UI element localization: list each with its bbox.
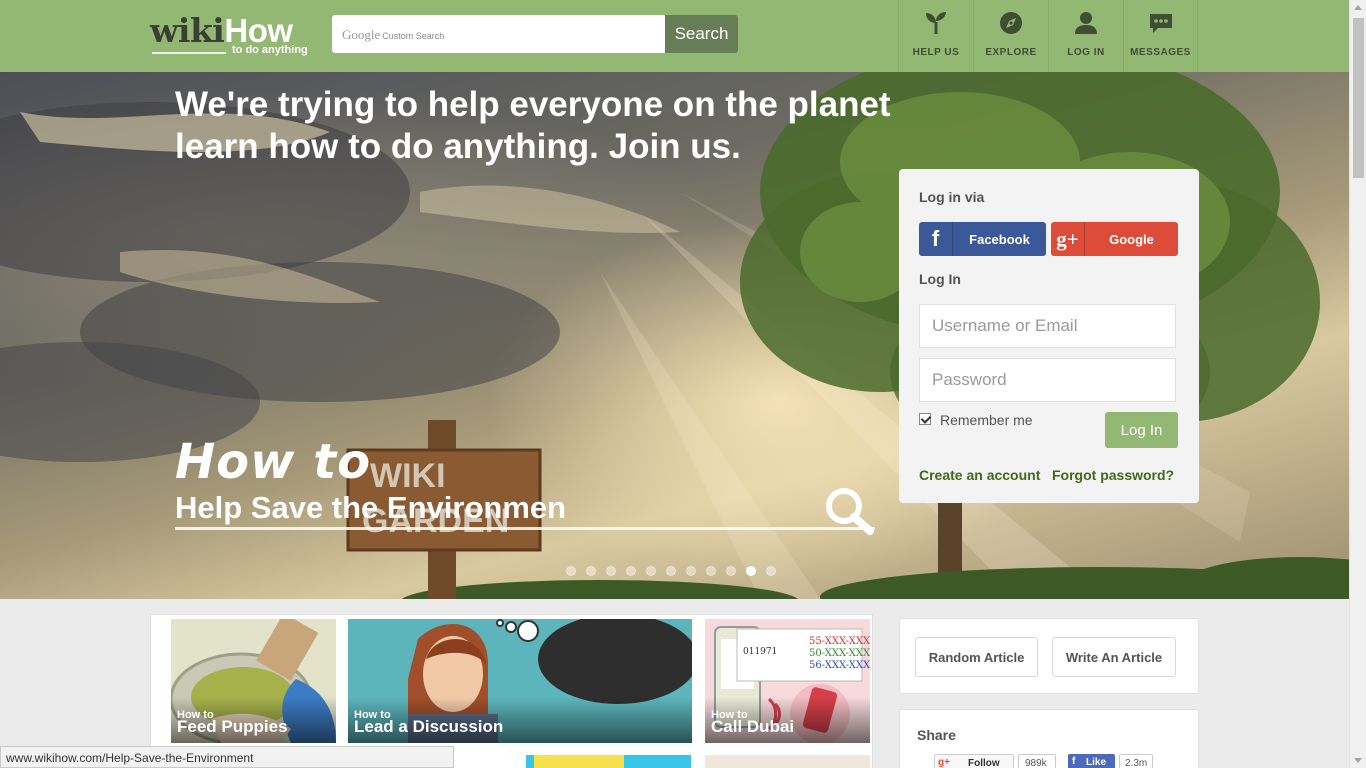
facebook-like-count: 2.3m (1119, 754, 1153, 768)
search-button[interactable]: Search (665, 15, 738, 53)
google-label: Google (1109, 232, 1154, 247)
phone-prefix-text: 011971 (743, 647, 777, 657)
username-field-box (919, 304, 1176, 348)
vertical-scrollbar[interactable] (1349, 0, 1366, 768)
facebook-icon: f (919, 222, 953, 256)
thumb-shape (534, 755, 624, 768)
remember-me-checkbox[interactable] (919, 413, 931, 425)
facebook-login-button[interactable]: f Facebook (919, 222, 1046, 256)
logo-tagline: to do anything (232, 44, 308, 56)
action-box: Random Article Write An Article (899, 618, 1199, 694)
howto-title[interactable]: Help Save the Environmen (175, 490, 566, 526)
facebook-icon: f (1072, 756, 1076, 767)
gplus-follow-label: Follow (968, 758, 1000, 768)
article-thumb-feed-puppies[interactable]: How to Feed Puppies (171, 619, 336, 743)
nav-explore-label: EXPLORE (985, 47, 1037, 58)
top-header: wikiHow to do anything Google Custom Sear… (0, 0, 1349, 72)
login-button[interactable]: Log In (1105, 412, 1178, 448)
google-plus-icon: g+ (1051, 222, 1085, 256)
google-plus-icon: g+ (938, 757, 950, 768)
nav-help-us-label: HELP US (912, 47, 960, 58)
wikihow-logo[interactable]: wikiHow to do anything (150, 14, 308, 56)
browser-status-bar: www.wikihow.com/Help-Save-the-Environmen… (0, 746, 454, 768)
username-input[interactable] (920, 305, 1175, 347)
article-thumb-next[interactable] (705, 755, 870, 768)
forgot-password-link[interactable]: Forgot password? (1052, 467, 1174, 483)
scroll-down-arrow-icon[interactable] (1354, 758, 1362, 763)
facebook-label: Facebook (969, 232, 1030, 247)
howto-prefix: How to (175, 434, 372, 490)
share-box: Share g+ Follow 989k f Like 2.3m (899, 709, 1199, 768)
compass-icon (1000, 12, 1022, 34)
search-input[interactable] (332, 15, 665, 53)
article-title: Call Dubai (711, 717, 795, 736)
slide-dot[interactable] (626, 566, 636, 576)
create-account-link[interactable]: Create an account (919, 467, 1040, 483)
logo-underline (152, 52, 226, 54)
remember-me[interactable]: Remember me (919, 412, 1033, 428)
article-thumb-next[interactable] (526, 755, 691, 768)
logo-wiki: wiki (150, 11, 225, 50)
chat-bubble-icon (1149, 14, 1172, 33)
gplus-follow-button[interactable]: g+ Follow (934, 754, 1014, 768)
random-article-button[interactable]: Random Article (915, 637, 1038, 677)
facebook-like-count-value: 2.3m (1125, 758, 1148, 768)
phone-number-line: 56-XXX-XXXX (809, 660, 870, 671)
howto-underline (175, 527, 875, 530)
login-via-heading: Log in via (919, 189, 985, 205)
article-thumb-lead-discussion[interactable]: How to Lead a Discussion (348, 619, 692, 743)
password-input[interactable] (920, 359, 1175, 401)
google-login-button[interactable]: g+ Google (1051, 222, 1178, 256)
login-heading: Log In (919, 271, 961, 287)
nav-explore[interactable]: EXPLORE (973, 0, 1048, 72)
gplus-count-value: 989k (1025, 758, 1047, 768)
scrollbar-thumb[interactable] (1353, 18, 1364, 178)
user-icon (1075, 12, 1097, 34)
login-panel: Log in via f Facebook g+ Google Log In R… (899, 169, 1199, 503)
remember-me-label: Remember me (940, 412, 1033, 428)
slide-dot[interactable] (686, 566, 696, 576)
featured-articles: How to Feed Puppies How to Lead a Discus… (150, 614, 873, 768)
slide-dot[interactable] (586, 566, 596, 576)
slide-dot[interactable] (766, 566, 776, 576)
slide-dot-active[interactable] (746, 566, 756, 576)
gplus-count: 989k (1018, 754, 1056, 768)
article-title: Lead a Discussion (354, 717, 504, 736)
slide-dot[interactable] (706, 566, 716, 576)
password-field-box (919, 358, 1176, 402)
logo-text: wikiHow (150, 14, 293, 47)
article-thumb-call-dubai[interactable]: 011971 55-XXX-XXXX 50-XXX-XXXX 56-XXX-XX… (705, 619, 870, 743)
facebook-like-label: Like (1086, 757, 1107, 768)
magnifier-icon[interactable] (823, 486, 877, 536)
sprout-icon (926, 12, 946, 34)
article-title: Feed Puppies (177, 717, 288, 736)
hero-headline: We're trying to help everyone on the pla… (175, 85, 891, 166)
slide-dot[interactable] (666, 566, 676, 576)
top-nav: HELP US EXPLORE LOG IN MESSAGES (898, 0, 1198, 72)
nav-log-in-label: LOG IN (1067, 47, 1105, 58)
nav-messages[interactable]: MESSAGES (1123, 0, 1198, 72)
facebook-like-button[interactable]: f Like (1068, 754, 1115, 768)
slide-dot[interactable] (726, 566, 736, 576)
nav-help-us[interactable]: HELP US (898, 0, 973, 72)
nav-log-in[interactable]: LOG IN (1048, 0, 1123, 72)
phone-number-line: 50-XXX-XXXX (809, 648, 870, 659)
slide-dot[interactable] (646, 566, 656, 576)
share-heading: Share (917, 727, 956, 743)
search-box: Google Custom Search (332, 15, 665, 53)
write-article-button[interactable]: Write An Article (1052, 637, 1176, 677)
slide-dots (566, 566, 776, 576)
scroll-up-arrow-icon[interactable] (1354, 5, 1362, 10)
nav-messages-label: MESSAGES (1130, 47, 1191, 58)
slide-dot[interactable] (606, 566, 616, 576)
slide-dot[interactable] (566, 566, 576, 576)
phone-number-line: 55-XXX-XXXX (809, 636, 870, 647)
